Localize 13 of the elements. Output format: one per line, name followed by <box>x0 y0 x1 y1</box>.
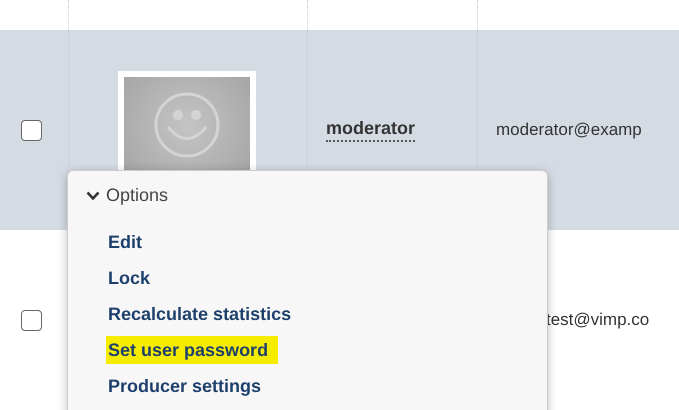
menu-item[interactable]: Recalculate statistics <box>106 300 292 328</box>
row-checkbox[interactable] <box>21 310 42 330</box>
username-link[interactable]: moderator <box>326 118 416 142</box>
menu-item[interactable]: Set user password <box>106 336 278 364</box>
smiley-icon <box>152 90 222 160</box>
options-toggle[interactable]: Options <box>86 185 168 206</box>
email-text: moderator@examp <box>496 120 642 140</box>
chevron-icon <box>86 190 100 200</box>
menu-item[interactable]: Edit <box>106 228 142 256</box>
email-text: test@vimp.co <box>546 310 650 330</box>
row-checkbox[interactable] <box>21 120 42 140</box>
menu-item[interactable]: Lock <box>106 264 150 292</box>
menu-item[interactable]: Producer settings <box>106 372 262 400</box>
